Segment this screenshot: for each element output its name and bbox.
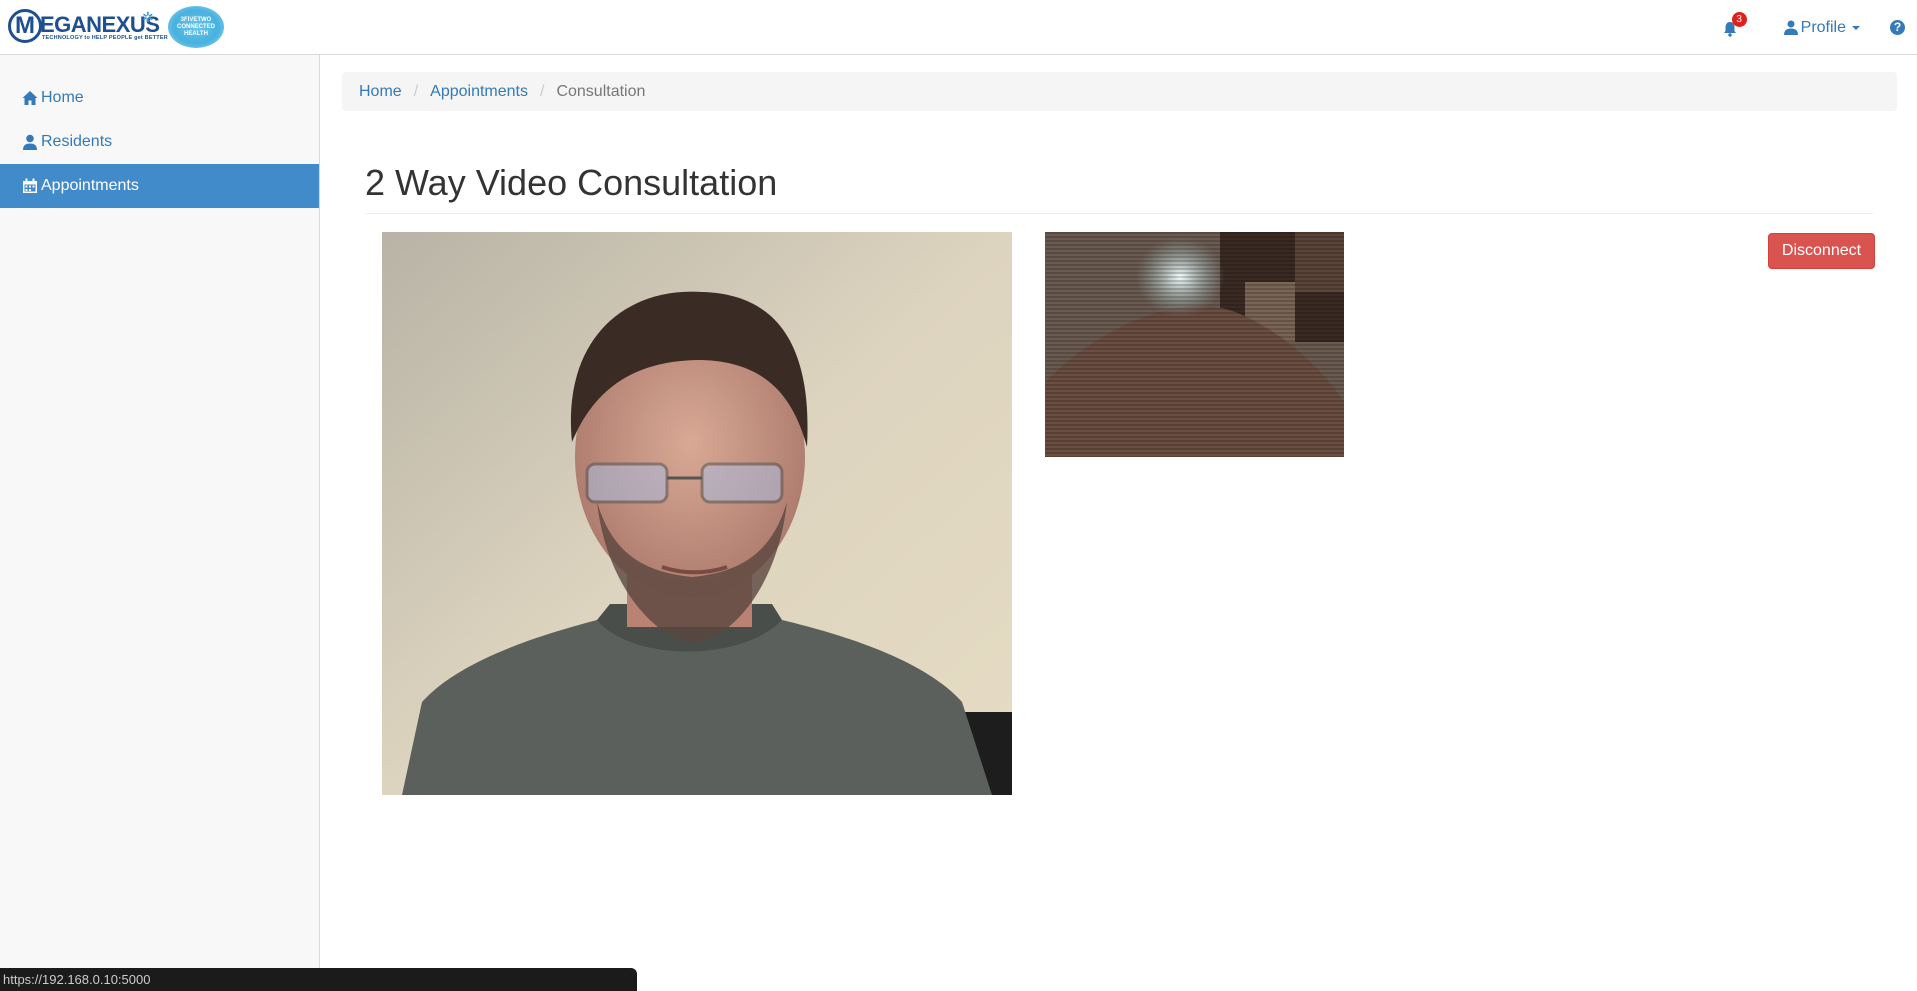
breadcrumb-home[interactable]: Home (359, 83, 402, 101)
notifications-button[interactable]: 3 (1720, 11, 1747, 38)
sidebar-item-residents[interactable]: Residents (0, 120, 319, 164)
status-bar-url: https://192.168.0.10:5000 (0, 968, 637, 991)
disconnect-button[interactable]: Disconnect (1768, 233, 1875, 269)
main-content: Home / Appointments / Consultation 2 Way… (342, 72, 1897, 214)
calendar-icon (23, 178, 37, 193)
partner-logo: 3FIVETWO CONNECTED HEALTH (168, 6, 224, 48)
breadcrumb-appointments[interactable]: Appointments (430, 83, 528, 101)
sidebar-item-label: Home (41, 89, 84, 106)
self-video[interactable] (1045, 232, 1344, 457)
sidebar-item-label: Residents (41, 133, 113, 150)
meganexus-logo: M EGANEXUS ✲ TECHNOLOGY to HELP PEOPLE g… (8, 7, 168, 47)
user-icon (1783, 20, 1798, 35)
sidebar: Home Residents Appointments (0, 55, 320, 991)
top-navbar: M EGANEXUS ✲ TECHNOLOGY to HELP PEOPLE g… (0, 0, 1917, 55)
sidebar-item-label: Appointments (41, 177, 139, 194)
page-title: 2 Way Video Consultation (365, 162, 1873, 214)
notification-count-badge: 3 (1731, 11, 1747, 27)
brand[interactable]: M EGANEXUS ✲ TECHNOLOGY to HELP PEOPLE g… (8, 6, 224, 48)
chevron-down-icon (1852, 25, 1860, 30)
sidebar-item-home[interactable]: Home (0, 76, 319, 120)
user-icon (23, 134, 37, 150)
breadcrumb: Home / Appointments / Consultation (342, 72, 1897, 111)
home-icon (22, 91, 38, 105)
sidebar-item-appointments[interactable]: Appointments (0, 164, 319, 208)
remote-video[interactable] (382, 232, 1012, 795)
brand-tagline: TECHNOLOGY to HELP PEOPLE get BETTER (42, 35, 168, 41)
breadcrumb-consultation: Consultation (556, 82, 646, 100)
profile-label: Profile (1800, 18, 1846, 36)
profile-dropdown[interactable]: Profile (1783, 18, 1860, 37)
question-circle-icon[interactable]: ? (1890, 20, 1905, 35)
